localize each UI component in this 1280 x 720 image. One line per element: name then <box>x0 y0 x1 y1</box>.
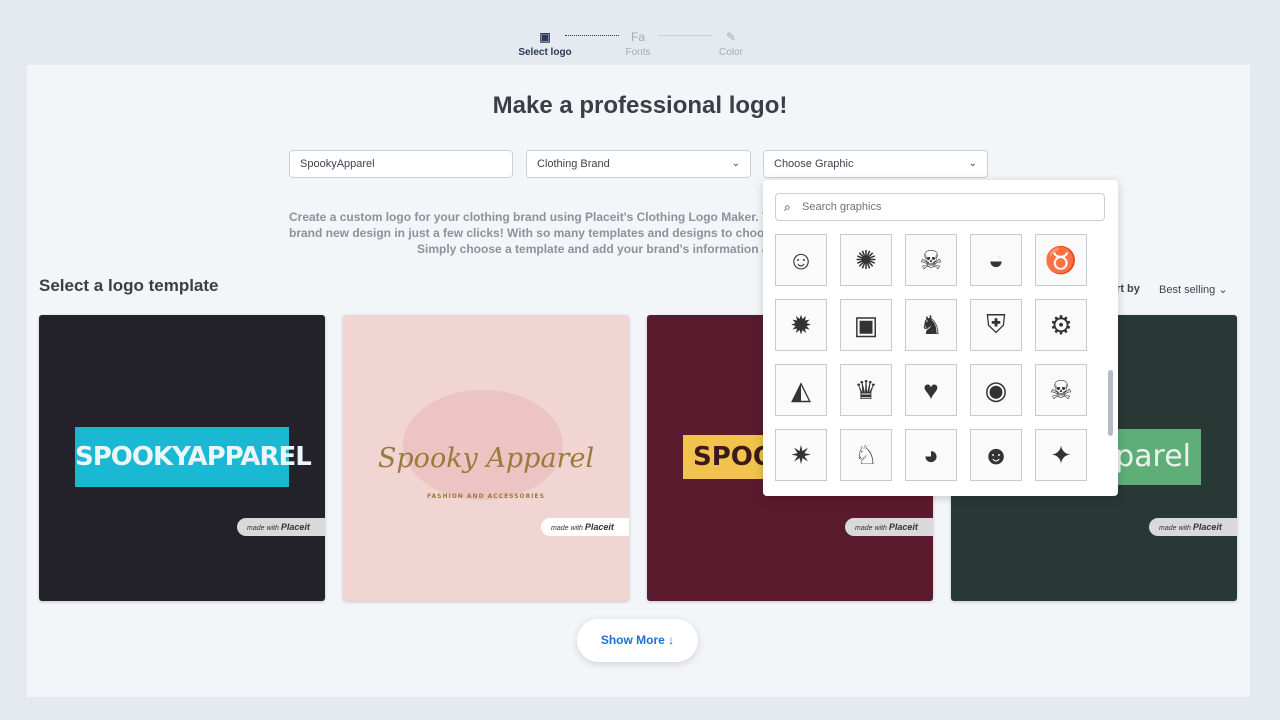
shark-icon: ◭ <box>791 374 811 405</box>
section-title: Select a logo template <box>39 276 219 295</box>
chevron-down-icon: ⌄ <box>731 158 740 169</box>
chevron-down-icon: ⌄ <box>1218 284 1228 296</box>
watermark: made with Placeit <box>541 518 629 536</box>
font-icon: Fa <box>630 30 645 44</box>
crown-icon: ♛ <box>854 374 878 405</box>
graphic-scorpion[interactable]: ✺ <box>840 234 892 286</box>
graphic-robot-box[interactable]: ▣ <box>840 299 892 351</box>
search-icon: ⌕ <box>784 200 791 214</box>
page-title: Make a professional logo! <box>492 92 788 119</box>
anatomical-heart-icon: ♥ <box>923 374 939 405</box>
alien-skull-icon: ✹ <box>790 309 812 340</box>
graphic-wave-circle[interactable]: ◉ <box>970 364 1022 416</box>
description-line: Simply choose a template and add your br… <box>417 242 784 256</box>
graphic-sleeping-dog[interactable]: ◒ <box>970 234 1022 286</box>
wave-circle-icon: ◉ <box>984 374 1008 405</box>
graphic-select[interactable]: Choose Graphic ⌄ <box>763 150 988 178</box>
graphic-dog-headphones[interactable]: ☺ <box>775 234 827 286</box>
brand-name-input[interactable]: SpookyApparel <box>289 150 513 178</box>
graphic-rabbit[interactable]: ♘ <box>840 429 892 481</box>
unicorn-icon: ♞ <box>919 309 943 340</box>
sleeping-dog-icon: ◒ <box>988 244 1004 275</box>
graphic-unicorn[interactable]: ♞ <box>905 299 957 351</box>
graphic-skulls-chain[interactable]: ☠ <box>905 234 957 286</box>
graphics-grid: ☺ ✺ ☠ ◒ ♉ ✹ ▣ ♞ ⛨ ⚙ ◭ ♛ ♥ ◉ ☠ ✷ ♘ ◕ ☻ ✦ <box>763 234 1103 496</box>
graphic-motorcycle[interactable]: ⚙ <box>1035 299 1087 351</box>
graphic-gorilla-sun[interactable]: ✷ <box>775 429 827 481</box>
dog-headphones-icon: ☺ <box>787 244 815 275</box>
search-placeholder: Search graphics <box>802 201 882 213</box>
graphic-dropdown: ⌕ Search graphics ☺ ✺ ☠ ◒ ♉ ✹ ▣ ♞ ⛨ ⚙ ◭ ♛ ♥ ◉ ☠ ✷ ♘ ◕ ☻ ✦ <box>763 180 1118 496</box>
template-card[interactable]: Spooky Apparel FASHION AND ACCESSORIES m… <box>343 315 629 601</box>
graphic-anatomical-heart[interactable]: ♥ <box>905 364 957 416</box>
step-label: Color <box>719 47 743 58</box>
gorilla-sun-icon: ✷ <box>790 439 812 470</box>
lion-shield-icon: ⛨ <box>986 309 1006 339</box>
graphic-crown[interactable]: ♛ <box>840 364 892 416</box>
logo-subtitle: FASHION AND ACCESSORIES <box>427 493 545 500</box>
sort-value: Best selling <box>1159 284 1216 296</box>
step-label: Select logo <box>518 47 572 58</box>
logo-text: SPOOKYAPPAREL <box>75 427 312 487</box>
bull-icon: ♉ <box>1044 244 1078 275</box>
teddy-bear-icon: ◕ <box>923 439 939 470</box>
brush-icon: ✎ <box>725 30 737 44</box>
watermark: made with Placeit <box>845 518 933 536</box>
hooded-skull-icon: ☻ <box>982 439 1010 470</box>
graphic-lion-shield[interactable]: ⛨ <box>970 299 1022 351</box>
moth-icon: ✦ <box>1050 439 1072 470</box>
arrow-down-icon: ↓ <box>668 633 675 647</box>
chevron-down-icon: ⌄ <box>968 158 977 169</box>
step-label: Fonts <box>625 47 651 58</box>
graphic-hooded-skull[interactable]: ☻ <box>970 429 1022 481</box>
search-graphics-input[interactable]: ⌕ Search graphics <box>775 193 1105 221</box>
graphic-moth[interactable]: ✦ <box>1035 429 1087 481</box>
step-color[interactable]: ✎ Color <box>691 30 771 58</box>
category-select[interactable]: Clothing Brand ⌄ <box>526 150 751 178</box>
description-line: Create a custom logo for your clothing b… <box>289 210 808 224</box>
graphic-sugar-skull[interactable]: ☠ <box>1035 364 1087 416</box>
scorpion-icon: ✺ <box>855 244 877 275</box>
scrollbar[interactable] <box>1108 370 1113 436</box>
description-line: brand new design in just a few clicks! W… <box>289 226 808 240</box>
show-more-button[interactable]: Show More ↓ <box>577 619 698 662</box>
template-card[interactable]: SPOOKYAPPAREL made with Placeit <box>39 315 325 601</box>
sort-select[interactable]: Best selling ⌄ <box>1159 283 1228 296</box>
graphic-teddy-bear[interactable]: ◕ <box>905 429 957 481</box>
graphic-bull[interactable]: ♉ <box>1035 234 1087 286</box>
rabbit-icon: ♘ <box>854 439 878 470</box>
sugar-skull-icon: ☠ <box>1049 374 1073 405</box>
graphic-alien-skull[interactable]: ✹ <box>775 299 827 351</box>
skulls-chain-icon: ☠ <box>919 244 943 275</box>
image-icon: ▣ <box>539 30 551 44</box>
logo-text: Spooky Apparel <box>377 443 595 474</box>
graphic-shark[interactable]: ◭ <box>775 364 827 416</box>
motorcycle-icon: ⚙ <box>1049 309 1073 340</box>
watermark: made with Placeit <box>1149 518 1237 536</box>
category-value: Clothing Brand <box>537 158 610 170</box>
watermark: made with Placeit <box>237 518 325 536</box>
robot-box-icon: ▣ <box>853 309 879 340</box>
graphic-value: Choose Graphic <box>774 158 854 170</box>
